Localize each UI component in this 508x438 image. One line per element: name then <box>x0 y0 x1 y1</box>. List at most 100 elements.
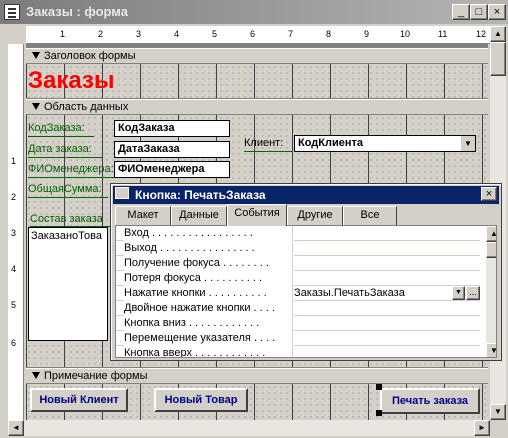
tab-other[interactable]: Другие <box>287 206 343 225</box>
property-row[interactable]: Вход . . . . . . . . . . . . . . . . . <box>116 226 480 241</box>
form-footer-bar[interactable]: Примечание формы <box>26 368 488 384</box>
property-list[interactable]: Вход . . . . . . . . . . . . . . . . . В… <box>115 225 497 358</box>
order-items-subform[interactable]: ЗаказаноТова <box>28 227 108 341</box>
tab-events[interactable]: События <box>227 204 287 226</box>
ruler-tick: 11 <box>438 29 448 39</box>
section-arrow-icon <box>32 52 40 59</box>
property-value[interactable] <box>292 331 466 346</box>
property-row[interactable]: Выход . . . . . . . . . . . . . . . . <box>116 241 480 256</box>
property-name: Перемещение указателя . . . . <box>124 331 294 346</box>
ruler-tick: 6 <box>11 338 17 348</box>
property-sheet-window[interactable]: Кнопка: ПечатьЗаказа × Макет Данные Собы… <box>110 183 502 361</box>
subform-content: ЗаказаноТова <box>31 230 102 242</box>
ruler-corner[interactable] <box>8 26 26 44</box>
property-name: Нажатие кнопки . . . . . . . . . . <box>124 286 294 301</box>
ruler-tick: 4 <box>174 29 180 39</box>
property-name: Получение фокуса . . . . . . . . <box>124 256 294 271</box>
total-sum-label[interactable]: ОбщаяСумма: <box>28 181 108 198</box>
property-name: Двойное нажатие кнопки . . . . <box>124 301 294 316</box>
property-row[interactable]: Перемещение указателя . . . . <box>116 331 480 346</box>
detail-section-bar[interactable]: Область данных <box>26 99 488 115</box>
property-name: Кнопка вниз . . . . . . . . . . . . <box>124 316 294 331</box>
tab-all[interactable]: Все <box>343 206 397 225</box>
form-footer-section[interactable]: Новый Клиент Новый Товар Печать заказа <box>26 384 488 420</box>
subform-label[interactable]: Состав заказа <box>30 211 110 227</box>
client-combo-value: КодКлиента <box>298 137 364 149</box>
form-icon[interactable] <box>4 4 20 20</box>
property-value[interactable] <box>292 241 466 256</box>
horizontal-scrollbar[interactable]: ◄ ► <box>8 420 490 436</box>
property-row[interactable]: Кнопка вниз . . . . . . . . . . . . <box>116 316 480 331</box>
form-title[interactable]: Заказы <box>28 66 114 96</box>
client-label[interactable]: Клиент: <box>244 135 292 152</box>
property-value[interactable] <box>292 301 466 316</box>
property-name: Вход . . . . . . . . . . . . . . . . . <box>124 226 294 241</box>
ruler-tick: 12 <box>476 29 487 39</box>
order-id-field[interactable]: КодЗаказа <box>114 120 230 137</box>
scroll-thumb[interactable] <box>486 242 496 258</box>
section-label: Примечание формы <box>44 370 148 382</box>
scroll-left-icon[interactable]: ◄ <box>8 420 24 436</box>
property-value[interactable] <box>292 226 466 241</box>
ruler-tick: 10 <box>400 29 411 39</box>
builder-button[interactable]: ... <box>466 286 480 300</box>
section-label: Область данных <box>44 101 129 113</box>
new-client-button[interactable]: Новый Клиент <box>30 388 128 412</box>
ruler-tick: 2 <box>11 192 17 202</box>
property-scrollbar[interactable]: ▲ ▼ <box>486 226 496 357</box>
ruler-tick: 9 <box>364 29 370 39</box>
scroll-down-icon[interactable]: ▼ <box>486 343 496 357</box>
manager-name-field[interactable]: ФИОменеджера <box>114 161 230 178</box>
property-row[interactable]: Двойное нажатие кнопки . . . . <box>116 301 480 316</box>
property-value[interactable] <box>292 256 466 271</box>
scroll-up-icon[interactable]: ▲ <box>490 26 506 42</box>
ruler-tick: 3 <box>136 29 142 39</box>
client-combo[interactable]: КодКлиента ▼ <box>294 135 476 152</box>
property-value[interactable] <box>292 271 466 286</box>
order-date-label[interactable]: Дата заказа: <box>28 141 102 158</box>
property-value[interactable] <box>292 316 466 331</box>
ruler-tick: 1 <box>11 156 17 166</box>
order-date-field[interactable]: ДатаЗаказа <box>114 141 230 158</box>
property-sheet-title-bar[interactable]: Кнопка: ПечатьЗаказа <box>113 186 499 204</box>
selection-handle[interactable] <box>376 410 382 416</box>
property-row-selected[interactable]: Нажатие кнопки . . . . . . . . . . Заказ… <box>116 286 480 301</box>
manager-name-label[interactable]: ФИОменеджера: <box>28 161 114 178</box>
dropdown-arrow-icon[interactable]: ▼ <box>452 286 465 300</box>
selection-handle[interactable] <box>376 384 382 390</box>
property-row[interactable]: Получение фокуса . . . . . . . . <box>116 256 480 271</box>
new-product-button[interactable]: Новый Товар <box>154 388 248 412</box>
property-name: Потеря фокуса . . . . . . . . . . <box>124 271 294 286</box>
scroll-right-icon[interactable]: ► <box>474 420 490 436</box>
tab-data[interactable]: Данные <box>171 206 227 225</box>
form-header-section[interactable]: Заказы <box>26 64 488 98</box>
scroll-up-icon[interactable]: ▲ <box>486 226 496 242</box>
section-arrow-icon <box>32 103 40 110</box>
scroll-thumb[interactable] <box>490 42 506 76</box>
property-row[interactable]: Потеря фокуса . . . . . . . . . . <box>116 271 480 286</box>
on-click-value[interactable]: Заказы.ПечатьЗаказа <box>292 286 450 301</box>
ruler-tick: 6 <box>250 29 256 39</box>
title-bar: Заказы : форма _ □ × <box>0 0 508 24</box>
ruler-tick: 1 <box>60 29 66 39</box>
ruler-tick: 8 <box>326 29 332 39</box>
dropdown-arrow-icon[interactable]: ▼ <box>461 136 475 151</box>
close-button[interactable]: × <box>488 4 506 20</box>
scroll-down-icon[interactable]: ▼ <box>490 404 506 420</box>
properties-icon <box>115 187 129 199</box>
ruler-tick: 5 <box>11 300 17 310</box>
form-header-bar[interactable]: Заголовок формы <box>26 48 488 64</box>
order-id-label[interactable]: КодЗаказа: <box>28 120 94 137</box>
tab-layout[interactable]: Макет <box>115 206 171 225</box>
property-value[interactable] <box>292 346 466 357</box>
property-row[interactable]: Кнопка вверх . . . . . . . . . . . . <box>116 346 480 357</box>
ruler-tick: 5 <box>212 29 218 39</box>
print-order-button[interactable]: Печать заказа <box>380 388 480 414</box>
ruler-tick: 7 <box>288 29 294 39</box>
window-title: Заказы : форма <box>26 4 128 19</box>
maximize-button[interactable]: □ <box>470 4 488 20</box>
vertical-ruler[interactable]: 1 2 3 4 5 6 <box>8 44 24 420</box>
minimize-button[interactable]: _ <box>452 4 470 20</box>
horizontal-ruler[interactable]: 1 2 3 4 5 6 7 8 9 10 11 12 <box>26 26 490 44</box>
property-sheet-close-button[interactable]: × <box>481 187 497 201</box>
